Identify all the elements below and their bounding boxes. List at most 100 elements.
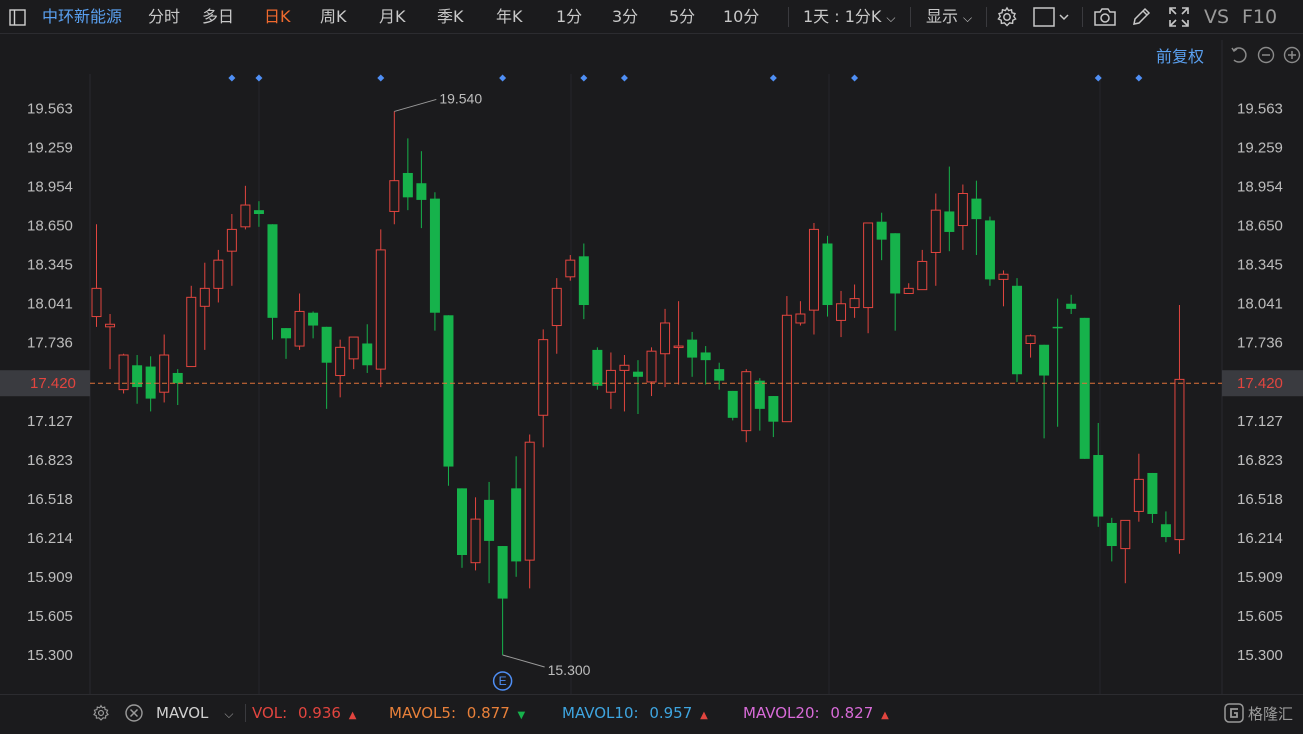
tab-weekly-k[interactable]: 周K [320, 0, 347, 34]
fullscreen-icon[interactable] [1166, 0, 1192, 34]
current-price-left: 17.420 [30, 375, 76, 392]
candle-body-up [226, 228, 237, 252]
tab-3min[interactable]: 3分 [612, 0, 638, 34]
candle-body-up [186, 296, 197, 368]
candle-body-down [497, 546, 508, 599]
candle-body-down [362, 343, 373, 366]
candle-body-up [335, 346, 346, 377]
y-tick-label-right: 16.518 [1237, 491, 1283, 508]
candle-body-up [213, 259, 224, 289]
event-marker-diamond [499, 74, 507, 82]
tab-10min[interactable]: 10分 [723, 0, 759, 34]
settings-gear-icon[interactable] [994, 0, 1020, 34]
candle-body-up [294, 310, 305, 347]
y-tick-label-right: 15.909 [1237, 569, 1283, 586]
candle-body-up [1133, 478, 1144, 512]
indicator-name: MAVOL [156, 704, 209, 722]
high-leader-line [394, 98, 437, 112]
tab-1min[interactable]: 1分 [556, 0, 582, 34]
candle-body-up [551, 287, 562, 327]
camera-icon[interactable] [1092, 0, 1118, 34]
kline-chart[interactable]: 19.563 19.259 18.954 18.650 18.345 18.041 17.7… [0, 34, 1303, 694]
indicator-select[interactable]: MAVOL ⌵ [156, 695, 234, 731]
candle-body-up [470, 518, 481, 564]
candle-body-down [890, 233, 901, 294]
candle-body-up [1174, 378, 1185, 541]
y-tick-label-left: 17.127 [27, 413, 73, 430]
candle-body-up [957, 192, 968, 227]
tab-daily-k[interactable]: 日K [264, 0, 291, 34]
candle-body-up [781, 314, 792, 423]
tab-quarterly-k[interactable]: 季K [437, 0, 464, 34]
candle-body-down [592, 349, 603, 386]
candle-body-down [511, 488, 522, 562]
tab-5min[interactable]: 5分 [669, 0, 695, 34]
y-tick-label-left: 19.563 [27, 101, 73, 118]
y-tick-label-right: 15.605 [1237, 608, 1283, 625]
candle-body-down [1160, 524, 1171, 538]
vs-compare-button[interactable]: VS [1204, 0, 1229, 34]
up-arrow-icon: ▲ [881, 710, 889, 721]
y-tick-label-left: 16.823 [27, 452, 73, 469]
event-marker-diamond [851, 74, 859, 82]
panel-toggle-icon[interactable] [6, 0, 28, 34]
candle-body-down [172, 372, 183, 384]
mavol10-readout: MAVOL10: 0.957 ▲ [562, 695, 708, 731]
tab-monthly-k[interactable]: 月K [379, 0, 406, 34]
event-marker-diamond [580, 74, 588, 82]
y-tick-label-left: 18.345 [27, 257, 73, 274]
chevron-down-icon: ⌵ [963, 11, 973, 25]
candle-body-down [484, 499, 495, 541]
y-tick-label-left: 18.954 [27, 179, 73, 196]
event-badge-label: E [499, 674, 507, 688]
candle-body-up [673, 345, 684, 349]
y-tick-label-right: 17.127 [1237, 413, 1283, 430]
y-tick-label-left: 16.214 [27, 530, 73, 547]
candle-body-down [700, 352, 711, 361]
period-select[interactable]: 1天 : 1分K ⌵ [803, 0, 896, 34]
candle-body-up [105, 323, 116, 328]
high-price-label: 19.540 [439, 90, 482, 106]
stock-name[interactable]: 中环新能源 [42, 0, 122, 34]
brand-g-icon [1224, 703, 1244, 723]
mavol5-value: 0.877 [466, 704, 510, 722]
candle-body-down [1079, 317, 1090, 459]
indicator-settings-icon[interactable] [90, 695, 112, 731]
indicator-close-icon[interactable] [123, 695, 145, 731]
tab-yearly-k[interactable]: 年K [496, 0, 523, 34]
candle-body-up [903, 287, 914, 294]
f10-button[interactable]: F10 [1242, 0, 1277, 34]
candle-body-up [836, 303, 847, 321]
y-tick-label-right: 17.736 [1237, 335, 1283, 352]
tab-intraday[interactable]: 分时 [148, 0, 180, 34]
tab-multi-day[interactable]: 多日 [202, 0, 234, 34]
candle-body-down [456, 488, 467, 556]
vol-value: 0.936 [298, 704, 341, 722]
event-markers [228, 74, 1143, 82]
candle-body-up [1025, 335, 1036, 344]
y-tick-label-right: 19.563 [1237, 101, 1283, 118]
y-tick-label-right: 18.041 [1237, 296, 1283, 313]
vol-label: VOL: [252, 704, 288, 722]
divider [1082, 7, 1083, 27]
candle-body-down [714, 369, 725, 381]
display-menu[interactable]: 显示 ⌵ [926, 0, 972, 34]
period-select-label: 1天 : 1分K [803, 7, 882, 26]
candle-body-up [917, 260, 928, 291]
pencil-draw-icon[interactable] [1128, 0, 1154, 34]
candle-body-up [538, 339, 549, 416]
candle-body-down [132, 365, 143, 388]
candle-body-up [605, 369, 616, 393]
candle-body-down [1052, 326, 1063, 329]
candle-body-down [578, 256, 589, 306]
candle-body-down [267, 224, 278, 318]
current-price-right: 17.420 [1237, 375, 1283, 392]
candle-body-up [646, 350, 657, 383]
y-tick-label-right: 18.954 [1237, 179, 1283, 196]
layout-select-icon[interactable] [1032, 0, 1072, 34]
candle-body-down [944, 211, 955, 232]
candle-body-up [998, 273, 1009, 280]
divider [986, 7, 987, 27]
divider [245, 704, 246, 722]
candle-body-up [741, 371, 752, 432]
